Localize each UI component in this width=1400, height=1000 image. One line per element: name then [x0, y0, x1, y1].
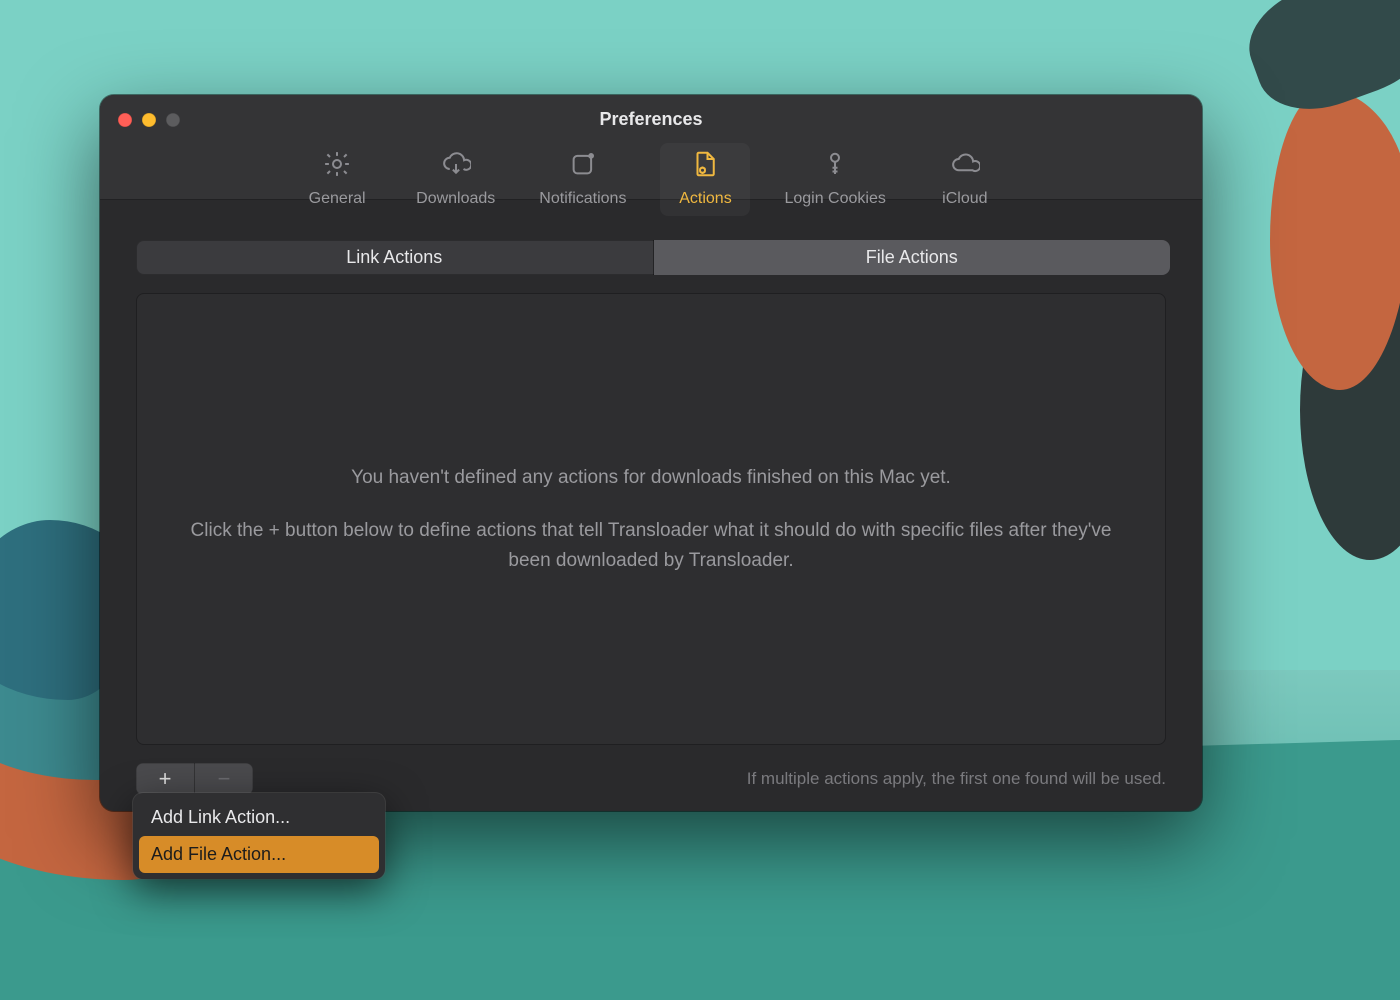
- gear-icon: [322, 149, 352, 184]
- empty-state-line2: Click the + button below to define actio…: [171, 516, 1131, 575]
- menu-add-link-action[interactable]: Add Link Action...: [139, 799, 379, 836]
- key-icon: [820, 149, 850, 184]
- toolbar-downloads-label: Downloads: [416, 190, 495, 208]
- menu-add-file-action[interactable]: Add File Action...: [139, 836, 379, 873]
- notifications-icon: [568, 149, 598, 184]
- toolbar-login-cookies[interactable]: Login Cookies: [774, 143, 895, 216]
- plus-icon: +: [159, 766, 172, 792]
- empty-state: You haven't defined any actions for down…: [171, 463, 1131, 575]
- toolbar-general[interactable]: General: [292, 143, 382, 216]
- content-area: Link Actions File Actions You haven't de…: [100, 200, 1202, 811]
- segmented-control: Link Actions File Actions: [136, 240, 1170, 275]
- add-button[interactable]: +: [136, 763, 194, 795]
- toolbar: General Downloads Noti: [100, 143, 1202, 216]
- titlebar: Preferences General Down: [100, 95, 1202, 200]
- footer-note: If multiple actions apply, the first one…: [747, 769, 1166, 789]
- toolbar-notifications-label: Notifications: [539, 190, 626, 208]
- toolbar-actions[interactable]: Actions: [660, 143, 750, 216]
- toolbar-downloads[interactable]: Downloads: [406, 143, 505, 216]
- toolbar-icloud-label: iCloud: [942, 190, 987, 208]
- empty-state-line1: You haven't defined any actions for down…: [351, 467, 951, 488]
- cloud-download-icon: [441, 149, 471, 184]
- toolbar-general-label: General: [309, 190, 366, 208]
- window-title: Preferences: [100, 109, 1202, 130]
- remove-button[interactable]: −: [194, 763, 253, 795]
- actions-list-panel: You haven't defined any actions for down…: [136, 293, 1166, 745]
- toolbar-notifications[interactable]: Notifications: [529, 143, 636, 216]
- segment-link-actions[interactable]: Link Actions: [136, 240, 654, 275]
- toolbar-actions-label: Actions: [679, 190, 731, 208]
- add-action-menu: Add Link Action... Add File Action...: [133, 793, 385, 879]
- toolbar-login-cookies-label: Login Cookies: [784, 190, 885, 208]
- preferences-window: Preferences General Down: [100, 95, 1202, 811]
- footer: + − If multiple actions apply, the first…: [136, 763, 1166, 795]
- cloud-icon: [950, 149, 980, 184]
- segment-file-actions[interactable]: File Actions: [654, 240, 1171, 275]
- add-remove-control: + −: [136, 763, 253, 795]
- toolbar-icloud[interactable]: iCloud: [920, 143, 1010, 216]
- file-gear-icon: [690, 149, 720, 184]
- minus-icon: −: [218, 766, 231, 792]
